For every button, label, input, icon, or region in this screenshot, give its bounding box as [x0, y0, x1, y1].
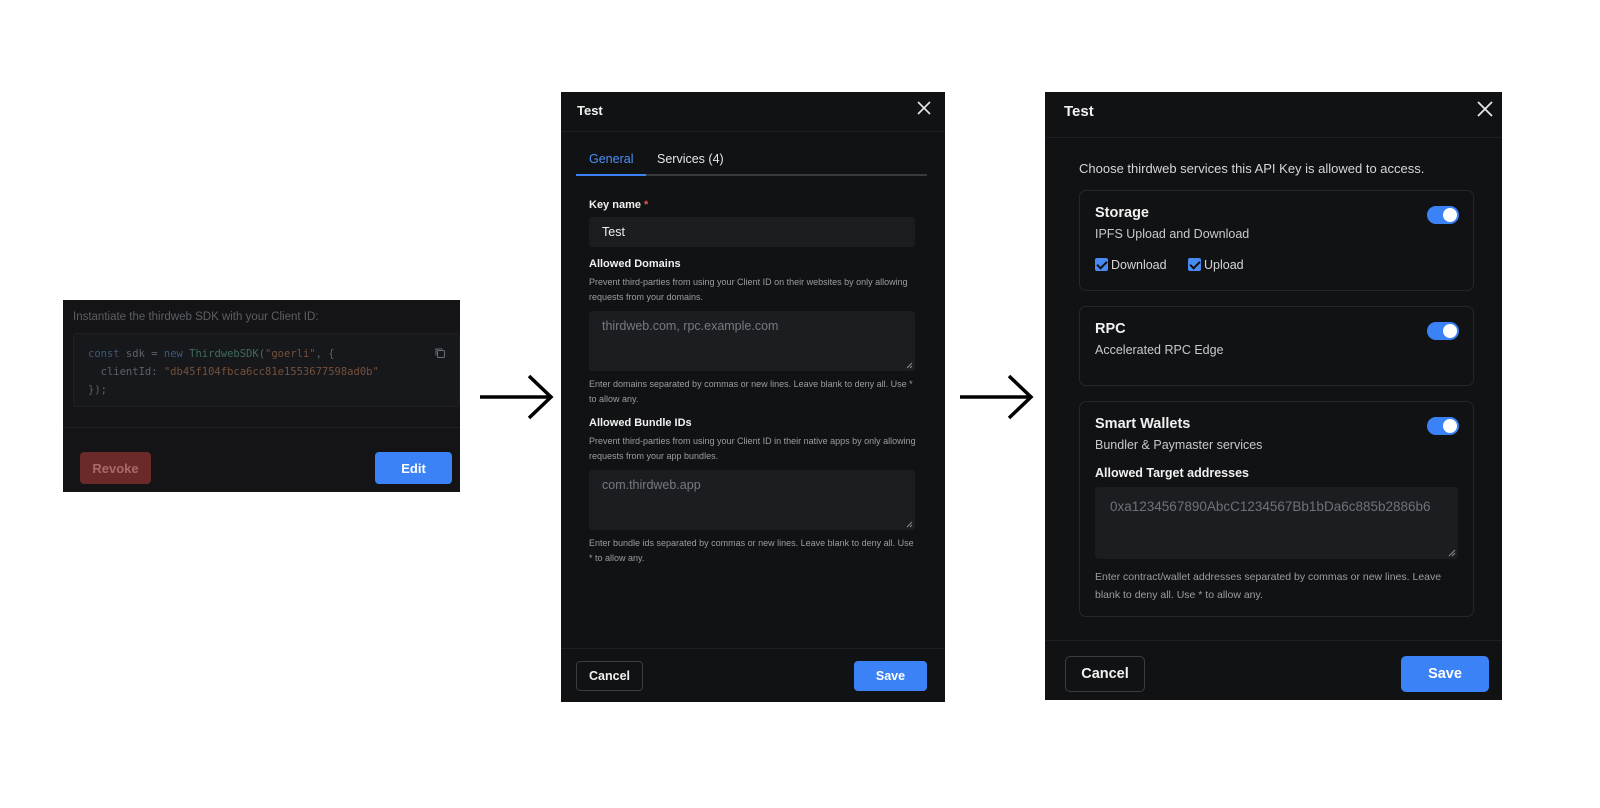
close-icon[interactable]	[916, 100, 932, 116]
toggle-knob	[1443, 324, 1457, 338]
download-checkbox[interactable]: Download	[1095, 258, 1167, 272]
dialog-title: Test	[1064, 103, 1094, 120]
save-button[interactable]: Save	[854, 661, 927, 691]
edit-key-dialog-general: Test General Services (4) Key name * Tes…	[561, 92, 945, 702]
allowed-domains-hint: Enter domains separated by commas or new…	[589, 379, 913, 404]
cancel-button[interactable]: Cancel	[1065, 656, 1145, 692]
edit-button[interactable]: Edit	[375, 452, 452, 484]
revoke-button[interactable]: Revoke	[80, 452, 151, 484]
header-divider	[561, 131, 945, 132]
allowed-bundle-ids-hint: Enter bundle ids separated by commas or …	[589, 538, 914, 563]
code-snippet: const sdk = new ThirdwebSDK("goerli", { …	[73, 333, 460, 407]
allowed-domains-textarea[interactable]: thirdweb.com, rpc.example.com	[589, 311, 915, 371]
checkbox-checked-icon	[1188, 258, 1201, 271]
code-client-id-key: clientId:	[88, 366, 164, 378]
upload-label: Upload	[1204, 258, 1244, 272]
allowed-bundle-ids-textarea[interactable]: com.thirdweb.app	[589, 470, 915, 530]
code-line1-rest: , {	[315, 348, 335, 360]
storage-toggle[interactable]	[1427, 206, 1459, 224]
divider	[63, 427, 460, 428]
tab-services[interactable]: Services (4)	[657, 152, 724, 166]
instantiate-instruction: Instantiate the thirdweb SDK with your C…	[73, 311, 319, 323]
toggle-knob	[1443, 208, 1457, 222]
cancel-button[interactable]: Cancel	[576, 661, 643, 691]
arrow-right-icon	[960, 374, 1034, 420]
arrow-right-icon	[480, 374, 554, 420]
code-line3: });	[88, 384, 107, 396]
code-variable: sdk =	[119, 348, 164, 360]
key-name-value: Test	[602, 225, 625, 239]
checkbox-checked-icon	[1095, 258, 1108, 271]
services-intro: Choose thirdweb services this API Key is…	[1079, 161, 1425, 176]
required-mark: *	[644, 199, 649, 211]
copy-icon[interactable]	[434, 347, 446, 359]
service-description: Accelerated RPC Edge	[1095, 343, 1224, 357]
dialog-title: Test	[577, 103, 603, 118]
rpc-toggle[interactable]	[1427, 322, 1459, 340]
allowed-target-addresses-label: Allowed Target addresses	[1095, 466, 1249, 480]
footer-divider	[561, 648, 945, 649]
smart-wallets-toggle[interactable]	[1427, 417, 1459, 435]
active-tab-indicator	[576, 174, 646, 176]
code-keyword-new: new	[163, 348, 183, 360]
edit-key-dialog-services: Test Choose thirdweb services this API K…	[1045, 92, 1502, 700]
resize-grip-icon[interactable]	[906, 362, 913, 369]
code-text: const sdk = new ThirdwebSDK("goerli", { …	[88, 345, 379, 399]
key-name-label: Key name *	[589, 199, 648, 211]
allowed-target-addresses-textarea[interactable]: 0xa1234567890AbcC1234567Bb1bDa6c885b2886…	[1095, 487, 1458, 559]
allowed-domains-placeholder: thirdweb.com, rpc.example.com	[602, 319, 779, 333]
service-name: Storage	[1095, 205, 1149, 221]
key-name-input[interactable]: Test	[589, 217, 915, 247]
code-chain-string: "goerli"	[265, 348, 316, 360]
allowed-bundle-ids-placeholder: com.thirdweb.app	[602, 478, 701, 492]
upload-checkbox[interactable]: Upload	[1188, 258, 1244, 272]
service-card-rpc: RPC Accelerated RPC Edge	[1079, 306, 1474, 386]
allowed-domains-label: Allowed Domains	[589, 258, 681, 270]
allowed-bundle-ids-description: Prevent third-parties from using your Cl…	[589, 436, 916, 461]
allowed-target-addresses-hint: Enter contract/wallet addresses separate…	[1095, 571, 1442, 601]
service-description: IPFS Upload and Download	[1095, 227, 1250, 241]
close-icon[interactable]	[1476, 100, 1494, 118]
service-card-smart-wallets: Smart Wallets Bundler & Paymaster servic…	[1079, 401, 1474, 617]
allowed-bundle-ids-label: Allowed Bundle IDs	[589, 417, 692, 429]
allowed-target-addresses-placeholder: 0xa1234567890AbcC1234567Bb1bDa6c885b2886…	[1110, 499, 1431, 514]
download-label: Download	[1111, 258, 1167, 272]
service-name: RPC	[1095, 321, 1126, 337]
resize-grip-icon[interactable]	[1448, 549, 1456, 557]
service-name: Smart Wallets	[1095, 416, 1191, 432]
service-card-storage: Storage IPFS Upload and Download Downloa…	[1079, 190, 1474, 291]
tab-general[interactable]: General	[589, 152, 633, 166]
code-keyword-const: const	[88, 348, 120, 360]
resize-grip-icon[interactable]	[906, 521, 913, 528]
key-name-label-text: Key name	[589, 199, 641, 211]
header-divider	[1045, 137, 1502, 138]
service-description: Bundler & Paymaster services	[1095, 438, 1263, 452]
toggle-knob	[1443, 419, 1457, 433]
footer-divider	[1045, 640, 1502, 641]
code-client-id-value: "db45f104fbca6cc81e1553677598ad0b"	[163, 366, 379, 378]
code-class-name: ThirdwebSDK	[182, 348, 259, 360]
allowed-domains-description: Prevent third-parties from using your Cl…	[589, 277, 908, 302]
save-button[interactable]: Save	[1401, 656, 1489, 692]
api-key-details-panel: Instantiate the thirdweb SDK with your C…	[63, 300, 460, 492]
